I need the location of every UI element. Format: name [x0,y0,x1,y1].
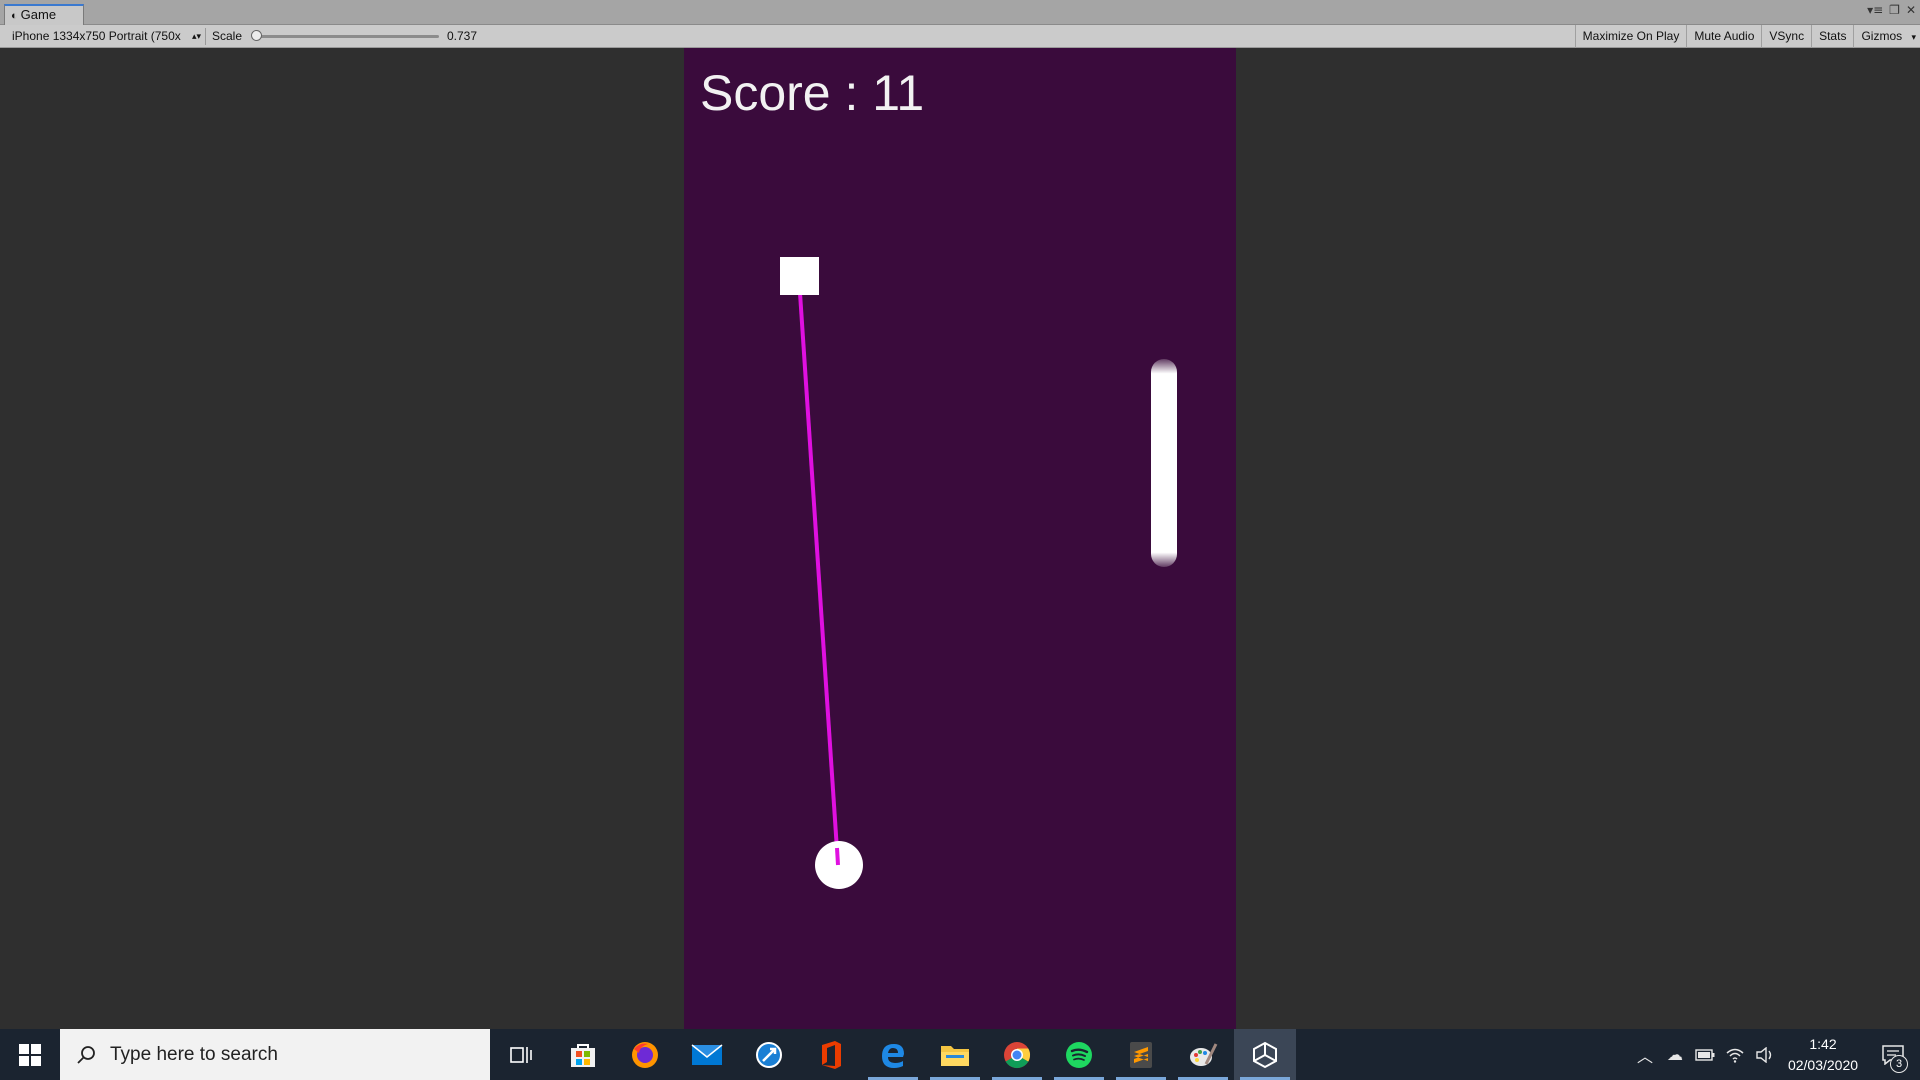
system-tray: ︿ ☁ 1:42 02/03/2020 3 [1630,1029,1920,1080]
gizmos-dropdown-icon: ▾ [1911,32,1916,42]
spotify-icon [1066,1041,1092,1068]
score-label: Score : 11 [700,65,925,121]
side-platform [1151,359,1177,567]
vsync-button[interactable]: VSync [1761,25,1811,48]
start-button[interactable] [0,1029,60,1080]
taskbar-clock[interactable]: 1:42 02/03/2020 [1780,1034,1866,1076]
search-placeholder: Type here to search [110,1043,278,1065]
chrome-app[interactable] [986,1029,1048,1080]
file-explorer-app[interactable] [924,1029,986,1080]
mail-app[interactable] [676,1029,738,1080]
windows-taskbar: Type here to search ︿ ☁ 1:42 02/03/2020 … [0,1029,1920,1080]
office-icon [822,1040,841,1069]
wifi-icon[interactable] [1720,1029,1750,1080]
game-screen[interactable]: Score : 11 [684,48,1236,1029]
scale-slider-thumb[interactable] [251,30,262,41]
task-view-icon [510,1046,532,1063]
menu-icon[interactable]: ▾≡ [1867,3,1883,17]
action-center-button[interactable]: 3 [1866,1029,1920,1080]
game-toolbar: iPhone 1334x750 Portrait (750x ▴▾ Scale … [0,25,1920,48]
tab-game[interactable]: ◐ Game [4,4,84,25]
file-explorer-icon [941,1045,969,1066]
anchor-block [780,257,819,295]
firefox-app[interactable] [614,1029,676,1080]
clock-date: 02/03/2020 [1787,1056,1859,1073]
windows-logo-icon [19,1043,41,1066]
taskbar-search-box[interactable]: Type here to search [60,1029,490,1080]
office-app[interactable] [800,1029,862,1080]
maximize-on-play-button[interactable]: Maximize On Play [1574,25,1687,48]
tab-game-label: Game [20,7,57,22]
mute-audio-button[interactable]: Mute Audio [1686,25,1761,48]
gizmos-label: Gizmos [1861,29,1903,43]
edge-icon [882,1043,904,1068]
clock-time: 1:42 [1809,1035,1837,1052]
edge-app[interactable] [862,1029,924,1080]
resolution-dropdown[interactable]: iPhone 1334x750 Portrait (750x ▴▾ [6,28,206,45]
store-app[interactable] [552,1029,614,1080]
notification-count-badge: 3 [1890,1055,1908,1073]
rope-line [798,292,840,866]
spotify-app[interactable] [1048,1029,1110,1080]
mail-icon [691,1043,723,1065]
network-tool-icon [756,1041,782,1068]
firefox-icon [632,1041,658,1068]
battery-icon[interactable] [1690,1029,1720,1080]
toolbar-toggles: Maximize On Play Mute Audio VSync Stats … [1574,25,1920,48]
sublime-app[interactable] [1110,1029,1172,1080]
tray-overflow-icon[interactable]: ︿ [1630,1029,1660,1080]
close-icon[interactable]: ✕ [1906,3,1916,17]
paint-icon [1190,1042,1218,1066]
scale-slider[interactable] [251,30,439,41]
sublime-icon [1130,1041,1152,1068]
unity-icon [1253,1041,1277,1068]
paint-app[interactable] [1172,1029,1234,1080]
game-tab-icon: ◐ [11,10,18,22]
resolution-label: iPhone 1334x750 Portrait (750x [12,29,181,43]
stats-button[interactable]: Stats [1811,25,1853,48]
gizmos-button[interactable]: Gizmos ▾ [1853,25,1920,48]
maximize-icon[interactable]: ❐ [1889,3,1900,17]
scale-label: Scale [212,29,243,43]
unity-app[interactable] [1234,1029,1296,1080]
dropdown-arrow-icon: ▴▾ [191,31,201,41]
editor-tab-bar: ◐ Game ▾≡ ❐ ✕ [0,0,1920,25]
chrome-icon [1004,1041,1031,1068]
search-icon [77,1045,95,1064]
rope-tip [835,847,840,866]
onedrive-icon[interactable]: ☁ [1660,1029,1690,1080]
window-controls: ▾≡ ❐ ✕ [1867,3,1916,17]
network-tool-app[interactable] [738,1029,800,1080]
volume-icon[interactable] [1750,1029,1780,1080]
store-icon [571,1043,595,1067]
scale-value: 0.737 [447,29,478,43]
game-scene [780,257,1177,889]
task-view-button[interactable] [490,1029,552,1080]
taskbar-apps [490,1029,1296,1080]
